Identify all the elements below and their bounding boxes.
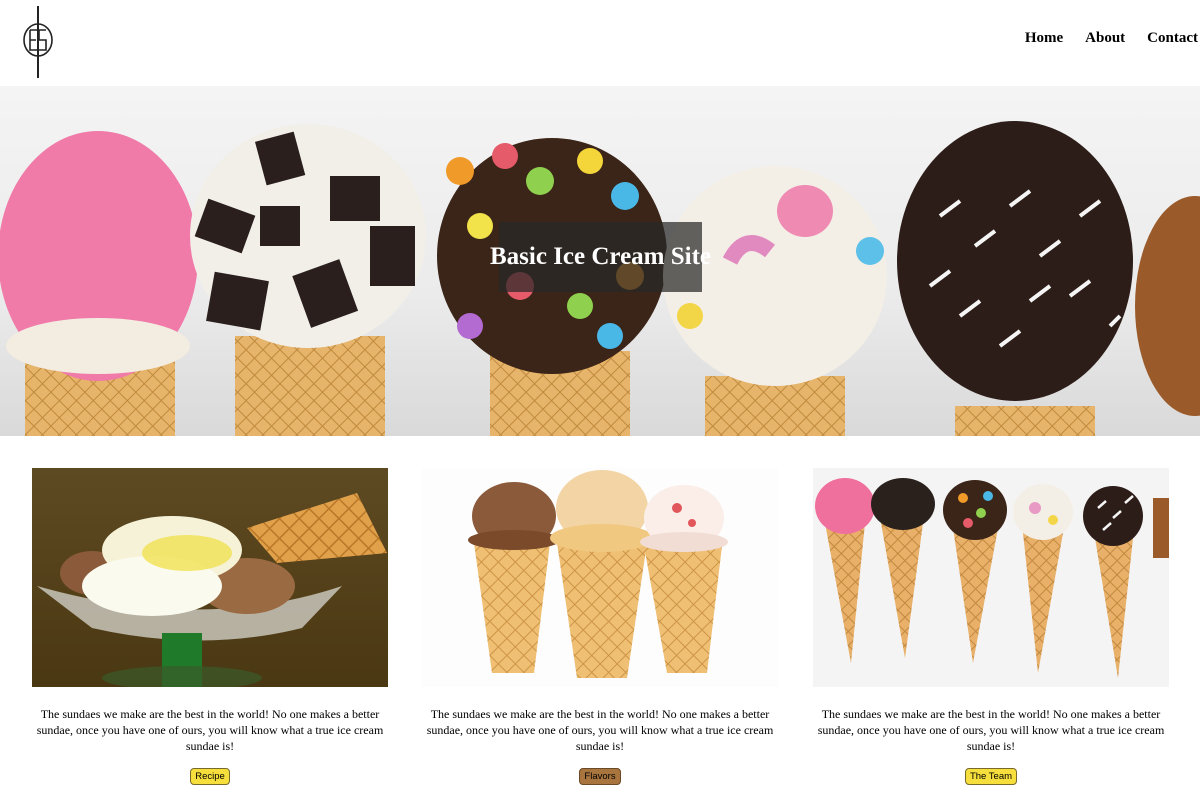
- card-image-sundae: [32, 468, 388, 687]
- card-description: The sundaes we make are the best in the …: [36, 707, 384, 753]
- recipe-button[interactable]: Recipe: [190, 768, 230, 785]
- hero-title-overlay: Basic Ice Cream Site: [490, 222, 711, 292]
- card-flavors: The sundaes we make are the best in the …: [422, 468, 778, 785]
- the-team-button[interactable]: The Team: [964, 768, 1018, 785]
- flavors-button[interactable]: Flavors: [579, 768, 621, 785]
- nav-home[interactable]: Home: [1025, 30, 1063, 47]
- site-header: Home About Contact: [0, 0, 1200, 86]
- main-nav: Home About Contact: [1025, 30, 1198, 47]
- card-description: The sundaes we make are the best in the …: [426, 707, 774, 753]
- nav-about[interactable]: About: [1085, 30, 1125, 47]
- card-team: The sundaes we make are the best in the …: [813, 468, 1169, 785]
- hero-banner: Basic Ice Cream Site: [0, 86, 1200, 436]
- hero-title: Basic Ice Cream Site: [490, 243, 712, 270]
- card-recipe: The sundaes we make are the best in the …: [32, 468, 388, 785]
- card-image-cones: [422, 468, 778, 687]
- card-image-cone-row: [813, 468, 1169, 687]
- monogram-logo-icon[interactable]: [20, 6, 56, 78]
- nav-contact[interactable]: Contact: [1147, 30, 1198, 47]
- card-description: The sundaes we make are the best in the …: [817, 707, 1165, 753]
